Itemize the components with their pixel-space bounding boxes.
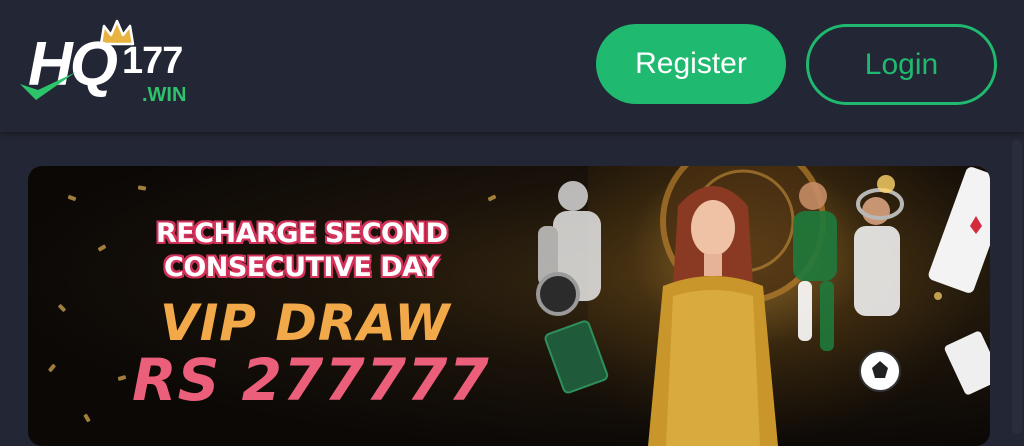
confetti-piece (57, 303, 67, 313)
tennis-player-figure (854, 188, 904, 316)
confetti-piece (97, 244, 107, 252)
banner-artwork (536, 166, 990, 446)
banner-line-3: VIP DRAW (160, 294, 451, 352)
ace-card-icon (928, 167, 990, 293)
logo-suffix-text: .WIN (142, 84, 187, 106)
confetti-piece (487, 194, 497, 202)
confetti-piece (137, 185, 147, 191)
banner-line-4: RS 277777 (132, 346, 490, 414)
confetti-piece (83, 413, 91, 423)
playing-card-icon (544, 320, 609, 394)
banner-line-2: CONSECUTIVE DAY (164, 252, 439, 283)
confetti-piece (47, 363, 57, 373)
login-button[interactable]: Login (806, 24, 997, 105)
poker-chip-icon (536, 272, 580, 316)
page-scrollbar[interactable] (1012, 140, 1022, 434)
top-header: HQ 177 .WIN ​ Register Login (0, 0, 1024, 132)
confetti-piece (67, 194, 77, 202)
site-logo[interactable]: HQ 177 .WIN (18, 18, 213, 114)
confetti-piece (117, 375, 127, 381)
register-button[interactable]: Register (596, 24, 786, 104)
playing-card-icon-2 (944, 331, 990, 395)
banner-line-1: RECHARGE SECOND (156, 218, 448, 249)
logo-number-text: 177 (122, 40, 183, 82)
promo-banner[interactable]: RECHARGE SECOND CONSECUTIVE DAY VIP DRAW… (28, 166, 990, 446)
checkmark-icon (20, 72, 76, 100)
